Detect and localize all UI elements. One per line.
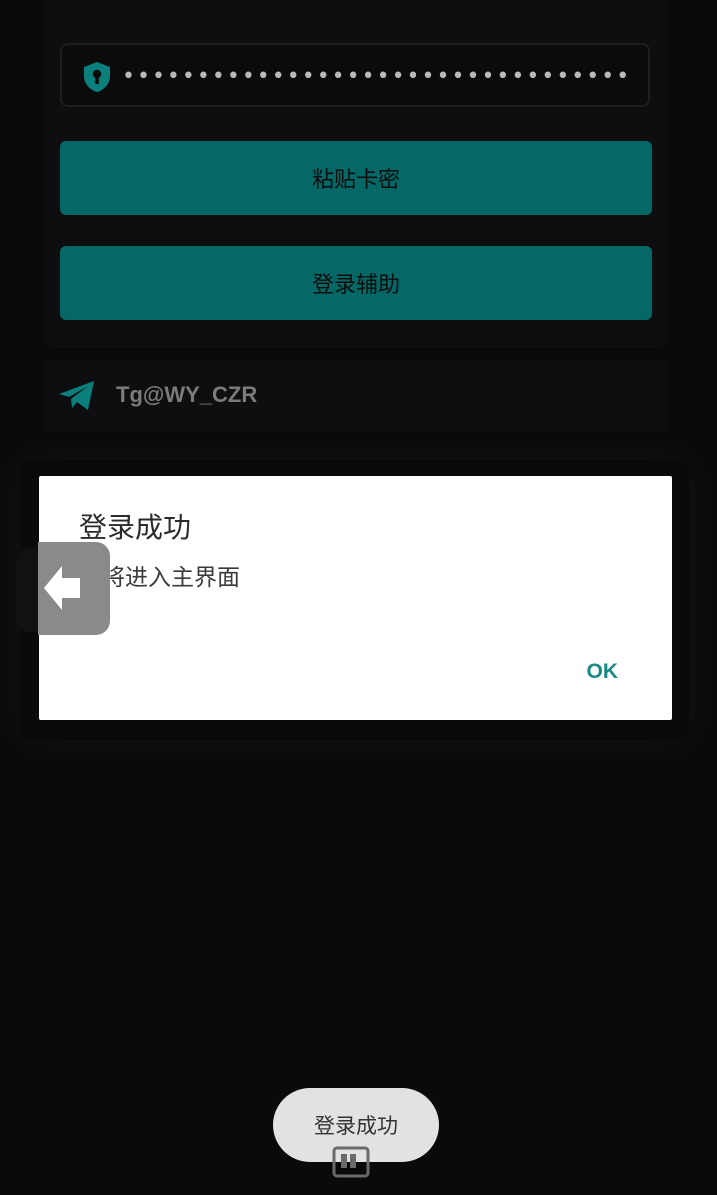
telegram-plane-icon	[59, 381, 94, 410]
login-success-dialog: 登录成功 即将进入主界面 OK	[39, 476, 672, 720]
screen: •••••••••••••••••••••••••••••••••• 粘贴卡密 …	[0, 0, 717, 1195]
back-arrow-icon	[44, 566, 80, 610]
password-field[interactable]: ••••••••••••••••••••••••••••••••••	[60, 43, 650, 107]
shield-key-icon	[84, 62, 110, 92]
password-mask: ••••••••••••••••••••••••••••••••••	[122, 64, 632, 89]
login-assist-button[interactable]: 登录辅助	[60, 246, 652, 320]
back-button[interactable]	[38, 542, 110, 635]
dialog-ok-button[interactable]: OK	[587, 660, 619, 684]
bottom-nav-icon[interactable]	[332, 1144, 372, 1180]
dialog-title: 登录成功	[79, 511, 192, 544]
paste-card-key-button[interactable]: 粘贴卡密	[60, 141, 652, 215]
telegram-handle: Tg@WY_CZR	[116, 382, 258, 407]
telegram-contact-row[interactable]: Tg@WY_CZR	[44, 360, 668, 432]
